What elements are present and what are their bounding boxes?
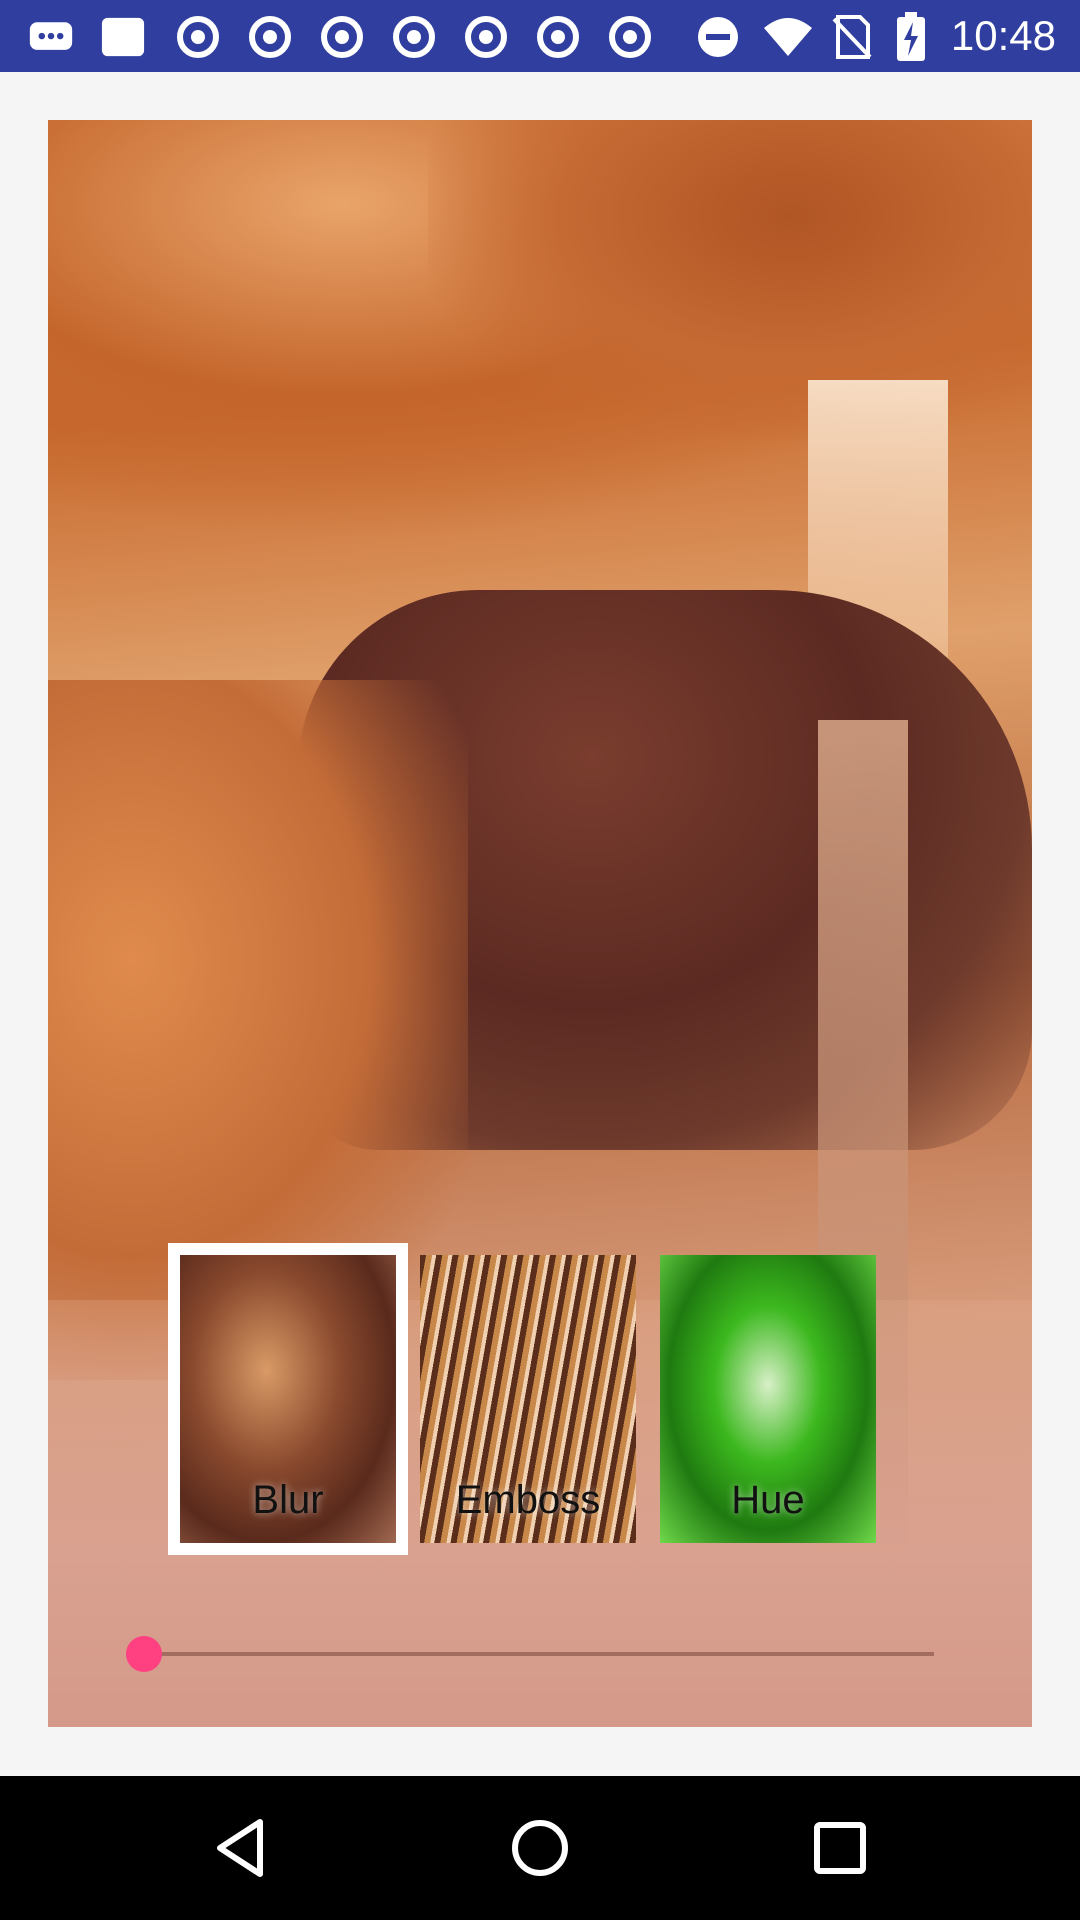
chrome-icon: [175, 14, 221, 60]
chrome-icon: [607, 14, 653, 60]
chrome-icon: [463, 14, 509, 60]
messages-icon: [28, 14, 74, 60]
filter-label: Emboss: [455, 1478, 601, 1522]
filter-hue-button[interactable]: Hue: [660, 1255, 876, 1543]
wifi-icon: [762, 14, 814, 60]
navigation-bar: [0, 1776, 1080, 1920]
back-icon[interactable]: [204, 1812, 276, 1884]
chrome-icon: [319, 14, 365, 60]
filter-emboss-button[interactable]: Emboss: [420, 1255, 636, 1543]
status-bar: 10:48: [0, 0, 1080, 72]
recents-icon[interactable]: [804, 1812, 876, 1884]
filter-label: Blur: [252, 1478, 324, 1522]
slider-track[interactable]: [144, 1652, 934, 1656]
message-icon: [100, 14, 146, 60]
filter-blur-button[interactable]: Blur: [168, 1243, 408, 1555]
no-sim-icon: [830, 14, 872, 60]
slider-thumb[interactable]: [126, 1636, 162, 1672]
photo-preview: Blur Emboss Hue: [48, 120, 1032, 1727]
clock: 10:48: [950, 12, 1056, 59]
filter-label: Hue: [731, 1478, 805, 1522]
battery-icon: [896, 12, 926, 61]
chrome-icon: [247, 14, 293, 60]
do-not-disturb-icon: [696, 14, 740, 60]
chrome-icon: [535, 14, 581, 60]
home-icon[interactable]: [504, 1812, 576, 1884]
chrome-icon: [391, 14, 437, 60]
filter-carousel: Blur Emboss Hue: [168, 1243, 890, 1555]
intensity-slider[interactable]: [96, 1634, 936, 1674]
